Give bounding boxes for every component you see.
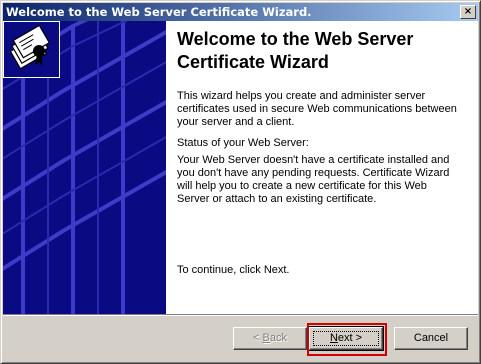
close-button[interactable]: ×: [460, 5, 476, 19]
status-label: Status of your Web Server:: [177, 137, 309, 149]
cancel-button[interactable]: Cancel: [394, 327, 468, 350]
wizard-content: Welcome to the Web Server Certificate Wi…: [3, 21, 478, 314]
title-bar[interactable]: Welcome to the Web Server Certificate Wi…: [3, 3, 478, 21]
next-button-highlight: [307, 323, 387, 356]
back-button[interactable]: < Back: [233, 327, 307, 350]
continue-text: To continue, click Next.: [177, 264, 290, 276]
window-title: Welcome to the Web Server Certificate Wi…: [6, 5, 312, 19]
intro-text: This wizard helps you create and adminis…: [177, 90, 457, 128]
wizard-banner: [3, 21, 166, 314]
status-text: Your Web Server doesn't have a certifica…: [177, 154, 450, 205]
wizard-window: Welcome to the Web Server Certificate Wi…: [0, 0, 481, 364]
page-title: Welcome to the Web Server Certificate Wi…: [177, 29, 414, 72]
close-icon: ×: [463, 6, 473, 17]
certificate-wizard-icon: [3, 21, 60, 78]
button-separator: [3, 314, 478, 316]
cancel-button-label: Cancel: [413, 332, 449, 344]
back-button-label: < Back: [253, 332, 287, 344]
